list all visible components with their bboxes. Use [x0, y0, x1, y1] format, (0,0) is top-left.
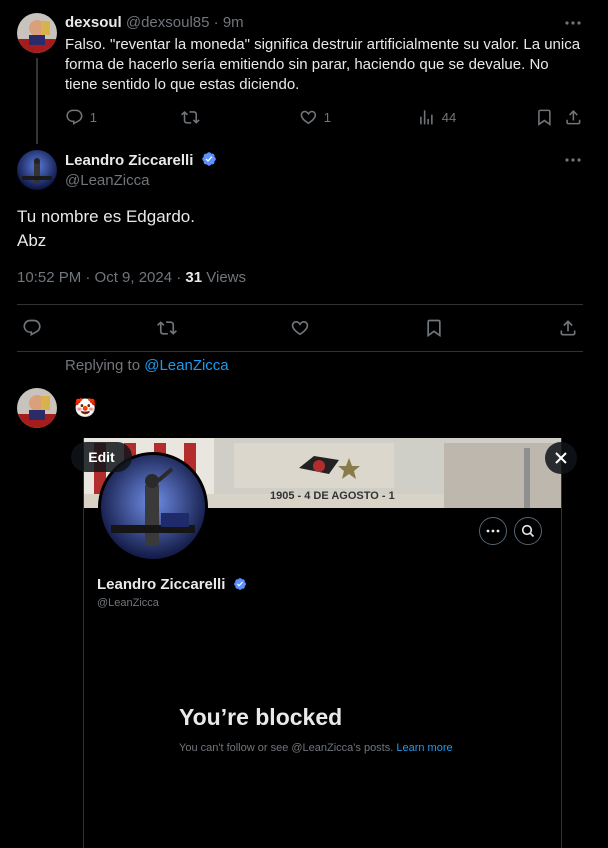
main-timestamp[interactable]: 10:52 PM · Oct 9, 2024 ·	[17, 269, 185, 286]
reply1-repost-button[interactable]	[181, 108, 200, 127]
blocked-message: You can't follow or see @LeanZicca's pos…	[179, 742, 397, 754]
reply1-header: dexsoul @dexsoul85 · 9m	[65, 14, 244, 31]
reply2-emoji: 🤡	[74, 398, 97, 418]
main-tweet-text: Tu nombre es Edgardo. Abz	[17, 205, 195, 253]
reply1-reply-count: 1	[89, 109, 97, 125]
edit-label: Edit	[88, 449, 115, 465]
reply1-like-count: 1	[323, 109, 331, 125]
main-views-count: 31	[185, 269, 203, 286]
reply1-bookmark-button[interactable]	[535, 108, 554, 127]
reply1-text: Falso. "reventar la moneda" significa de…	[65, 36, 581, 93]
main-display-name[interactable]: Leandro Ziccarelli	[65, 152, 193, 169]
banner-text: 1905 - 4 DE AGOSTO - 1	[270, 490, 395, 502]
replying-to: Replying to @LeanZicca	[65, 357, 229, 374]
reply1-views-button[interactable]: 44	[417, 108, 456, 127]
verified-badge-icon	[201, 152, 216, 166]
embed-search-button[interactable]	[514, 517, 542, 545]
divider	[17, 351, 583, 352]
reply-icon	[23, 319, 41, 336]
share-icon	[566, 110, 581, 125]
learn-more-link[interactable]: Learn more	[396, 742, 452, 754]
blocked-text: You can't follow or see @LeanZicca's pos…	[179, 740, 479, 756]
reply1-view-count: 44	[441, 109, 457, 125]
reply1-reply-button[interactable]: 1	[65, 108, 97, 127]
replying-prefix: Replying to	[65, 357, 145, 374]
repost-icon	[157, 321, 177, 335]
blocked-title: You’re blocked	[179, 704, 343, 730]
main-text-line1: Tu nombre es Edgardo.	[17, 207, 195, 226]
edit-image-button[interactable]: Edit	[71, 442, 132, 472]
embed-name-row: Leandro Ziccarelli	[97, 576, 247, 593]
embedded-screenshot[interactable]: 1905 - 4 DE AGOSTO - 1 Leandro Ziccarell…	[83, 438, 562, 848]
embed-more-button[interactable]	[479, 517, 507, 545]
search-icon	[521, 524, 535, 538]
embed-profile-handle: @LeanZicca	[97, 597, 159, 609]
views-chart-icon	[420, 110, 433, 125]
main-like-button[interactable]	[290, 318, 310, 338]
main-more-button[interactable]	[563, 151, 583, 169]
bookmark-icon	[427, 319, 441, 338]
reply1-more-button[interactable]	[563, 14, 583, 32]
repost-icon	[181, 111, 200, 124]
reply-icon	[66, 109, 83, 125]
avatar-dexsoul[interactable]	[17, 388, 57, 428]
heart-icon	[300, 110, 317, 125]
share-icon	[560, 320, 576, 336]
main-name-row: Leandro Ziccarelli	[65, 151, 217, 169]
thread-connector-line	[36, 58, 38, 144]
reply1-time[interactable]: 9m	[223, 14, 244, 31]
reply1-sep: ·	[213, 14, 219, 31]
main-bookmark-button[interactable]	[424, 318, 444, 338]
main-text-line2: Abz	[17, 231, 47, 250]
main-views-label: Views	[202, 269, 247, 286]
divider	[17, 304, 583, 305]
more-dots-icon	[565, 158, 581, 162]
close-icon	[555, 452, 567, 464]
replying-handle-link[interactable]: @LeanZicca	[144, 357, 228, 374]
verified-badge-icon	[233, 578, 246, 590]
reply1-handle[interactable]: @dexsoul85	[126, 14, 210, 31]
main-repost-button[interactable]	[157, 318, 177, 338]
main-reply-button[interactable]	[22, 318, 42, 338]
more-dots-icon	[486, 529, 500, 533]
main-meta: 10:52 PM · Oct 9, 2024 · 31 Views	[17, 269, 246, 286]
main-share-button[interactable]	[558, 318, 578, 338]
bookmark-icon	[538, 109, 551, 126]
embed-profile-name: Leandro Ziccarelli	[97, 576, 226, 593]
heart-icon	[291, 320, 309, 336]
avatar-leanzicca[interactable]	[17, 150, 57, 190]
more-dots-icon	[565, 21, 581, 25]
avatar-dexsoul[interactable]	[17, 13, 57, 53]
main-handle[interactable]: @LeanZicca	[65, 172, 149, 189]
remove-image-button[interactable]	[545, 442, 577, 474]
reply1-display-name[interactable]: dexsoul	[65, 14, 122, 31]
reply1-like-button[interactable]: 1	[299, 108, 331, 127]
reply1-share-button[interactable]	[564, 108, 583, 127]
